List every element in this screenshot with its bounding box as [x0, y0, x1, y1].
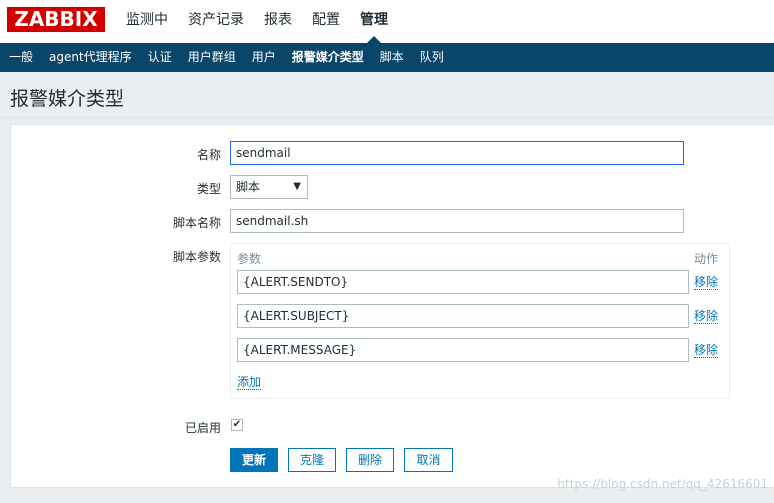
sub-nav: 一般 agent代理程序 认证 用户群组 用户 报警媒介类型 脚本 队列: [0, 43, 774, 72]
script-name-value: sendmail.sh: [236, 214, 309, 228]
script-params-label: 脚本参数: [172, 250, 221, 264]
subnav-authentication[interactable]: 认证: [140, 43, 180, 72]
name-field-value: sendmail: [236, 146, 291, 160]
media-type-form: 名称 sendmail 类型 脚本 ▼ 脚本名称 sendmail.sh 脚本参…: [10, 124, 774, 488]
active-caret-icon: [367, 36, 381, 43]
enabled-checkbox[interactable]: ✔: [231, 419, 243, 431]
nav-inventory[interactable]: 资产记录: [178, 0, 254, 43]
nav-administration[interactable]: 管理: [350, 0, 398, 43]
add-param-link[interactable]: 添加: [237, 375, 262, 390]
nav-reports[interactable]: 报表: [254, 0, 302, 43]
subnav-scripts[interactable]: 脚本: [372, 43, 412, 72]
param-value-1: {ALERT.SENDTO}: [243, 275, 349, 289]
delete-button[interactable]: 删除: [346, 448, 394, 472]
param-value-3: {ALERT.MESSAGE}: [243, 343, 357, 357]
watermark-text: https://blog.csdn.net/qq_42616601: [557, 477, 768, 491]
page-title: 报警媒介类型: [10, 88, 125, 110]
top-header: ZABBIX 监测中 资产记录 报表 配置 管理: [0, 0, 774, 43]
remove-param-1-link[interactable]: 移除: [694, 275, 719, 290]
type-select[interactable]: 脚本 ▼: [230, 175, 308, 199]
subnav-queue[interactable]: 队列: [412, 43, 452, 72]
subnav-media-types[interactable]: 报警媒介类型: [284, 43, 372, 72]
nav-monitoring[interactable]: 监测中: [116, 0, 178, 43]
enabled-label: 已启用: [184, 421, 221, 435]
param-field-1[interactable]: {ALERT.SENDTO}: [237, 270, 689, 294]
script-name-label: 脚本名称: [172, 216, 221, 230]
remove-param-2-link[interactable]: 移除: [694, 309, 719, 324]
checkmark-icon: ✔: [232, 419, 242, 430]
subnav-users[interactable]: 用户: [244, 43, 284, 72]
name-field[interactable]: sendmail: [230, 141, 684, 165]
update-button[interactable]: 更新: [230, 448, 278, 472]
subnav-user-groups[interactable]: 用户群组: [180, 43, 244, 72]
type-label: 类型: [196, 182, 221, 196]
clone-button[interactable]: 克隆: [288, 448, 336, 472]
cancel-button[interactable]: 取消: [404, 448, 453, 472]
nav-administration-label: 管理: [360, 12, 388, 28]
param-field-2[interactable]: {ALERT.SUBJECT}: [237, 304, 689, 328]
param-value-2: {ALERT.SUBJECT}: [243, 309, 350, 323]
action-column-header: 动作: [694, 252, 719, 266]
select-arrow-icon: ▼: [293, 181, 301, 192]
remove-param-3-link[interactable]: 移除: [694, 343, 719, 358]
subnav-general[interactable]: 一般: [1, 43, 41, 72]
param-field-3[interactable]: {ALERT.MESSAGE}: [237, 338, 689, 362]
params-column-header: 参数: [237, 252, 262, 266]
main-nav: 监测中 资产记录 报表 配置 管理: [116, 0, 398, 43]
script-params-table: 参数 动作 {ALERT.SENDTO} 移除 {ALERT.SUBJECT} …: [230, 243, 730, 399]
type-select-value: 脚本: [236, 180, 261, 194]
script-name-field[interactable]: sendmail.sh: [230, 209, 684, 233]
name-label: 名称: [196, 148, 221, 162]
title-divider: [0, 117, 774, 118]
subnav-proxies[interactable]: agent代理程序: [41, 43, 140, 72]
nav-configuration[interactable]: 配置: [302, 0, 350, 43]
zabbix-logo[interactable]: ZABBIX: [7, 7, 105, 32]
